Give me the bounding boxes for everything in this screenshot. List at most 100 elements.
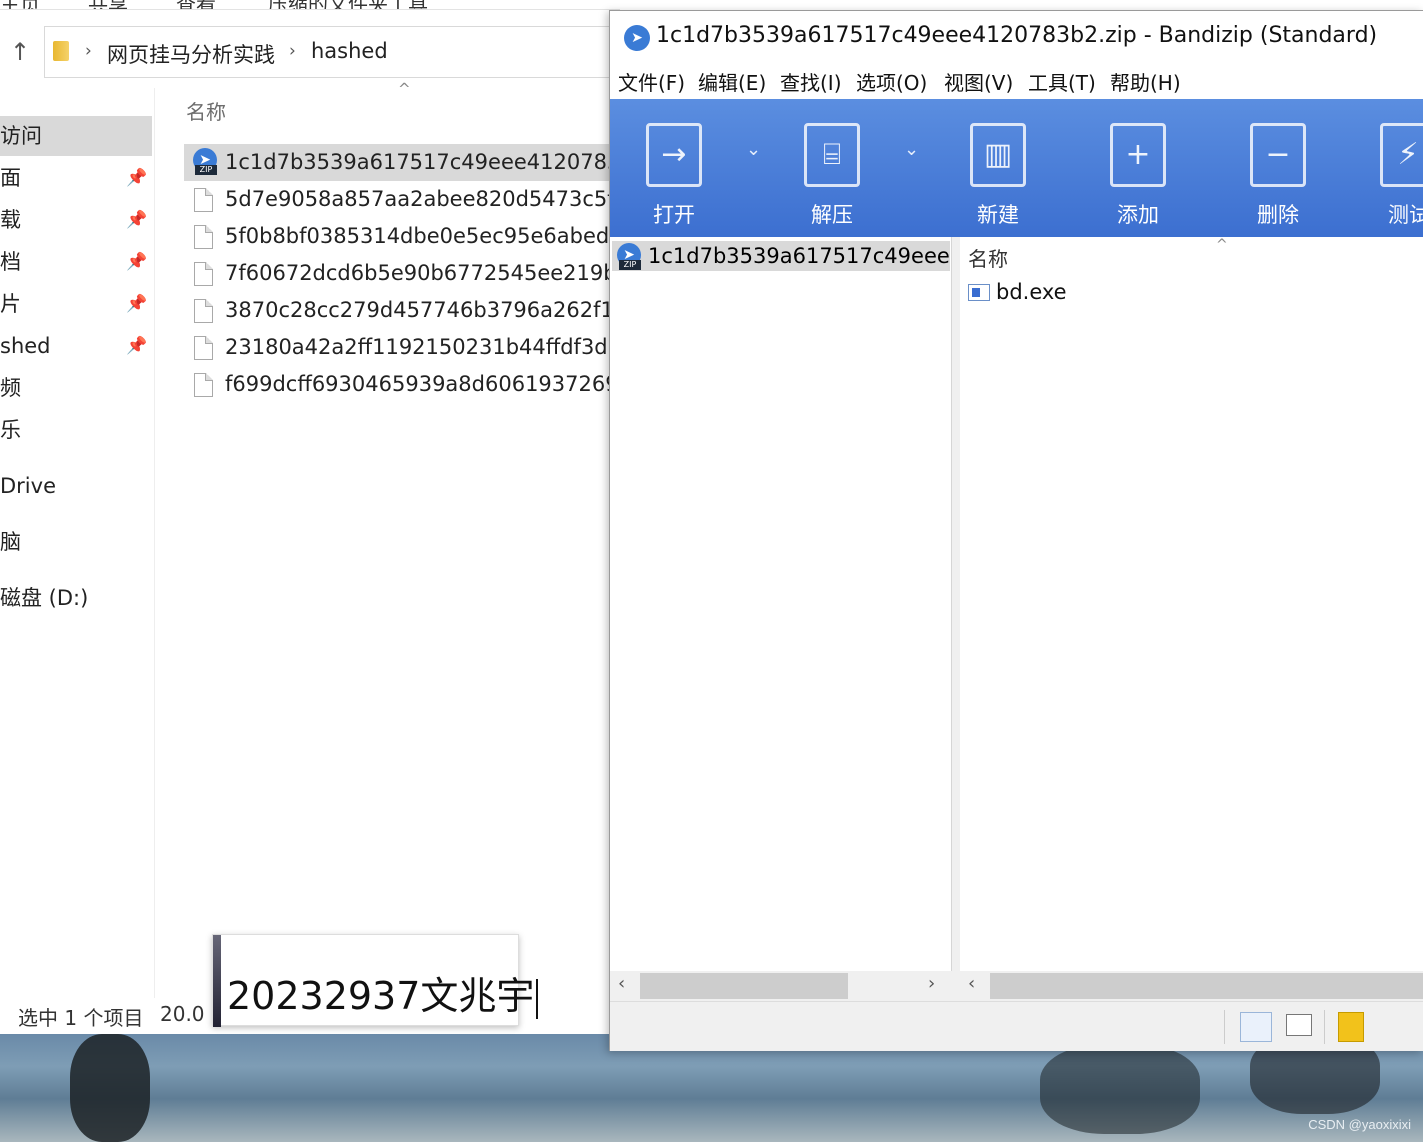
watermark: CSDN @yaoxixixi bbox=[1308, 1117, 1411, 1132]
text-caret bbox=[536, 978, 539, 1019]
nav-item-label: shed bbox=[0, 334, 51, 358]
file-row[interactable]: 7f60672dcd6b5e90b6772545ee219bd3 bbox=[184, 255, 620, 292]
nav-item-music[interactable]: 乐 bbox=[0, 410, 152, 450]
scrollbar-thumb[interactable] bbox=[640, 973, 848, 999]
file-row[interactable]: 5d7e9058a857aa2abee820d5473c5fa4 bbox=[184, 181, 620, 218]
nav-item-label: 片 bbox=[0, 292, 21, 316]
file-row[interactable]: 3870c28cc279d457746b3796a262f166 bbox=[184, 292, 620, 329]
menu-bar: 文件(F) 编辑(E) 查找(I) 选项(O) 视图(V) 工具(T) 帮助(H… bbox=[610, 63, 1423, 99]
file-explorer-window: 主页 共享 查看 压缩的文件夹工具 ↑ › 网页挂马分析实践 › hashed … bbox=[0, 0, 644, 1034]
test-button[interactable]: ⚡ 测试 bbox=[1358, 99, 1423, 237]
test-icon: ⚡ bbox=[1380, 123, 1423, 187]
nav-item-label: 访问 bbox=[0, 124, 42, 148]
extract-button[interactable]: ⌸ 解压 bbox=[772, 99, 892, 237]
title-bar[interactable]: ➤ 1c1d7b3539a617517c49eee4120783b2.zip -… bbox=[610, 11, 1423, 63]
file-row[interactable]: ➤ ZIP 1c1d7b3539a617517c49eee4120783b2 bbox=[184, 144, 620, 181]
breadcrumb-item[interactable]: 网页挂马分析实践 bbox=[107, 39, 275, 69]
pin-icon: 📌 bbox=[126, 168, 148, 188]
menu-help[interactable]: 帮助(H) bbox=[1110, 67, 1181, 96]
file-row[interactable]: 5f0b8bf0385314dbe0e5ec95e6abedc2 bbox=[184, 218, 620, 255]
folder-icon bbox=[53, 41, 69, 61]
nav-item-drive-d[interactable]: 磁盘 (D:) bbox=[0, 578, 152, 618]
tree-item-archive[interactable]: ➤ZIP 1c1d7b3539a617517c49eee4120783b2.zi… bbox=[612, 241, 950, 271]
entry-name: bd.exe bbox=[996, 280, 1067, 304]
exe-icon bbox=[968, 284, 990, 301]
ribbon-tab[interactable]: 主页 bbox=[0, 0, 40, 9]
new-archive-icon: ▥ bbox=[970, 123, 1026, 187]
file-icon bbox=[194, 188, 213, 212]
nav-item-hashed[interactable]: shed 📌 bbox=[0, 326, 152, 366]
pin-icon: 📌 bbox=[126, 336, 148, 356]
nav-item-label: 面 bbox=[0, 166, 21, 190]
menu-tools[interactable]: 工具(T) bbox=[1028, 67, 1096, 96]
pin-icon: 📌 bbox=[126, 294, 148, 314]
divider bbox=[1224, 1010, 1225, 1044]
chevron-right-icon[interactable]: › bbox=[289, 41, 296, 61]
breadcrumb-item[interactable]: hashed bbox=[311, 39, 388, 63]
column-header-name[interactable]: 名称 bbox=[968, 243, 1008, 272]
nav-item-pictures[interactable]: 片 📌 bbox=[0, 284, 152, 324]
extract-icon: ⌸ bbox=[804, 123, 860, 187]
delete-button[interactable]: − 删除 bbox=[1218, 99, 1338, 237]
sort-ascending-icon: ^ bbox=[398, 80, 411, 98]
file-row[interactable]: f699dcff6930465939a8d60619372696 bbox=[184, 366, 620, 403]
file-name: 1c1d7b3539a617517c49eee4120783b2 bbox=[225, 150, 620, 174]
popup-edge bbox=[213, 935, 221, 1027]
toolbar: → 打开 ⌄ ⌸ 解压 ⌄ ▥ 新建 + 添加 − 删除 ⚡ 测试 bbox=[610, 99, 1423, 237]
scroll-left-icon[interactable]: ‹ bbox=[968, 973, 975, 994]
ribbon-tab[interactable]: 压缩的文件夹工具 bbox=[268, 0, 428, 9]
window-title: 1c1d7b3539a617517c49eee4120783b2.zip - B… bbox=[656, 23, 1378, 48]
nav-item-label: 档 bbox=[0, 250, 21, 274]
chevron-down-icon[interactable]: ⌄ bbox=[746, 139, 761, 160]
menu-view[interactable]: 视图(V) bbox=[944, 67, 1013, 96]
file-name: 3870c28cc279d457746b3796a262f166 bbox=[225, 298, 620, 322]
details-view-icon[interactable] bbox=[1240, 1012, 1272, 1042]
file-icon bbox=[194, 262, 213, 286]
open-button[interactable]: → 打开 bbox=[614, 99, 734, 237]
address-bar[interactable]: › 网页挂马分析实践 › hashed bbox=[44, 26, 644, 78]
scrollbar-thumb[interactable] bbox=[990, 973, 1423, 999]
status-size: 20.0 bbox=[160, 1002, 205, 1026]
typed-text-value: 20232937文兆宇 bbox=[227, 974, 535, 1018]
typed-text[interactable]: 20232937文兆宇 bbox=[227, 965, 539, 1020]
text-input-popup[interactable]: 20232937文兆宇 bbox=[212, 934, 539, 1027]
menu-edit[interactable]: 编辑(E) bbox=[698, 67, 766, 96]
column-header-name[interactable]: 名称 bbox=[186, 96, 226, 125]
file-list-pane: ^ 名称 bd.exe ‹ bbox=[960, 237, 1423, 1001]
scroll-left-icon[interactable]: ‹ bbox=[618, 973, 625, 994]
preview-icon[interactable] bbox=[1286, 1014, 1312, 1036]
nav-item-quick-access[interactable]: 访问 bbox=[0, 116, 152, 156]
horizontal-scrollbar[interactable]: ‹ › bbox=[610, 971, 952, 1001]
archive-info-icon[interactable] bbox=[1338, 1012, 1364, 1042]
nav-item-downloads[interactable]: 载 📌 bbox=[0, 200, 152, 240]
nav-item-label: 乐 bbox=[0, 418, 21, 442]
chevron-right-icon[interactable]: › bbox=[85, 41, 92, 61]
ribbon-tab[interactable]: 查看 bbox=[176, 0, 216, 9]
new-archive-button[interactable]: ▥ 新建 bbox=[938, 99, 1058, 237]
file-row[interactable]: 23180a42a2ff1192150231b44ffdf3d3 bbox=[184, 329, 620, 366]
menu-file[interactable]: 文件(F) bbox=[618, 67, 685, 96]
chevron-down-icon[interactable]: ⌄ bbox=[904, 139, 919, 160]
file-icon bbox=[194, 373, 213, 397]
nav-item-videos[interactable]: 频 bbox=[0, 368, 152, 408]
menu-options[interactable]: 选项(O) bbox=[856, 67, 927, 96]
bandizip-app-icon: ➤ bbox=[624, 25, 650, 51]
nav-item-label: 频 bbox=[0, 376, 21, 400]
add-button[interactable]: + 添加 bbox=[1078, 99, 1198, 237]
horizontal-scrollbar[interactable]: ‹ bbox=[960, 971, 1423, 1001]
nav-item-label: 脑 bbox=[0, 530, 21, 554]
ribbon-tab[interactable]: 共享 bbox=[88, 0, 128, 9]
scroll-right-icon[interactable]: › bbox=[928, 973, 935, 994]
bandizip-zip-icon: ➤ ZIP bbox=[616, 243, 642, 271]
address-row: ↑ › 网页挂马分析实践 › hashed bbox=[0, 26, 644, 80]
file-name: 7f60672dcd6b5e90b6772545ee219bd3 bbox=[225, 261, 620, 285]
nav-item-desktop[interactable]: 面 📌 bbox=[0, 158, 152, 198]
nav-item-onedrive[interactable]: Drive bbox=[0, 466, 152, 506]
sort-ascending-icon: ^ bbox=[1216, 237, 1228, 253]
menu-find[interactable]: 查找(I) bbox=[780, 67, 842, 96]
up-arrow-icon[interactable]: ↑ bbox=[10, 38, 30, 66]
file-name: 5d7e9058a857aa2abee820d5473c5fa4 bbox=[225, 187, 620, 211]
nav-item-documents[interactable]: 档 📌 bbox=[0, 242, 152, 282]
folder-tree-pane: ➤ZIP 1c1d7b3539a617517c49eee4120783b2.zi… bbox=[610, 237, 952, 1001]
nav-item-this-pc[interactable]: 脑 bbox=[0, 522, 152, 562]
